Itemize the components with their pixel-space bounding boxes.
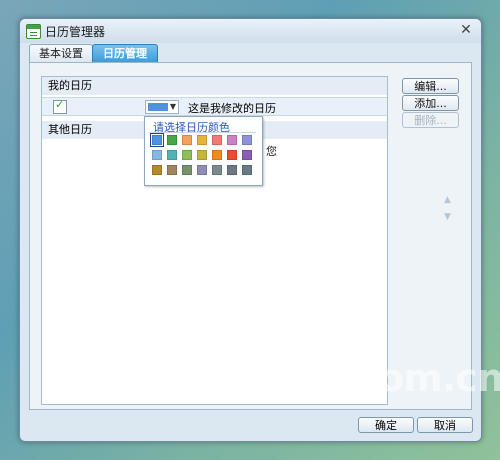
calendar-row[interactable]: ▼ 这是我修改的日历 <box>42 97 387 116</box>
color-swatch-option[interactable] <box>227 135 237 145</box>
watermark: iT.com.cn <box>312 356 500 400</box>
color-swatch-option[interactable] <box>167 165 177 175</box>
add-button[interactable]: 添加... <box>402 95 459 111</box>
divider <box>149 132 256 133</box>
cancel-button[interactable]: 取消 <box>417 417 473 433</box>
ok-button[interactable]: 确定 <box>358 417 414 433</box>
color-swatch-option[interactable] <box>197 135 207 145</box>
color-swatch-grid <box>150 133 258 183</box>
calendar-color-swatch <box>148 103 168 111</box>
my-calendars-header: 我的日历 <box>42 77 387 95</box>
color-swatch-option[interactable] <box>197 165 207 175</box>
color-swatch-option[interactable] <box>197 150 207 160</box>
edit-button[interactable]: 编辑... <box>402 78 459 94</box>
title-bar[interactable]: 日历管理器 ✕ <box>20 19 481 43</box>
tab-basic-settings[interactable]: 基本设置 <box>29 44 93 62</box>
color-swatch-option[interactable] <box>182 150 192 160</box>
partial-hint-text: 您 <box>266 145 277 158</box>
color-swatch-option[interactable] <box>167 150 177 160</box>
color-swatch-option[interactable] <box>242 165 252 175</box>
calendar-name: 这是我修改的日历 <box>188 102 276 115</box>
window-title: 日历管理器 <box>45 25 106 39</box>
move-up-icon: ▲ <box>444 195 451 205</box>
color-swatch-option[interactable] <box>150 133 164 147</box>
color-swatch-option[interactable] <box>242 150 252 160</box>
color-swatch-option[interactable] <box>182 165 192 175</box>
color-swatch-option[interactable] <box>212 165 222 175</box>
color-swatch-option[interactable] <box>152 165 162 175</box>
calendar-color-dropdown[interactable]: ▼ <box>145 100 179 114</box>
delete-button: 删除... <box>402 112 459 128</box>
move-down-icon: ▼ <box>444 212 451 222</box>
color-swatch-option[interactable] <box>227 165 237 175</box>
color-swatch-option[interactable] <box>212 150 222 160</box>
calendar-app-icon <box>26 24 41 39</box>
color-swatch-option[interactable] <box>167 135 177 145</box>
color-swatch-option[interactable] <box>212 135 222 145</box>
calendar-visible-checkbox[interactable] <box>53 98 67 114</box>
tab-calendar-management[interactable]: 日历管理 <box>92 44 158 62</box>
color-picker-popup: 请选择日历颜色 <box>144 116 263 186</box>
color-swatch-option[interactable] <box>242 135 252 145</box>
chevron-down-icon: ▼ <box>169 102 176 111</box>
close-icon[interactable]: ✕ <box>457 21 475 39</box>
color-swatch-option[interactable] <box>182 135 192 145</box>
color-swatch-option[interactable] <box>152 150 162 160</box>
color-swatch-option[interactable] <box>227 150 237 160</box>
